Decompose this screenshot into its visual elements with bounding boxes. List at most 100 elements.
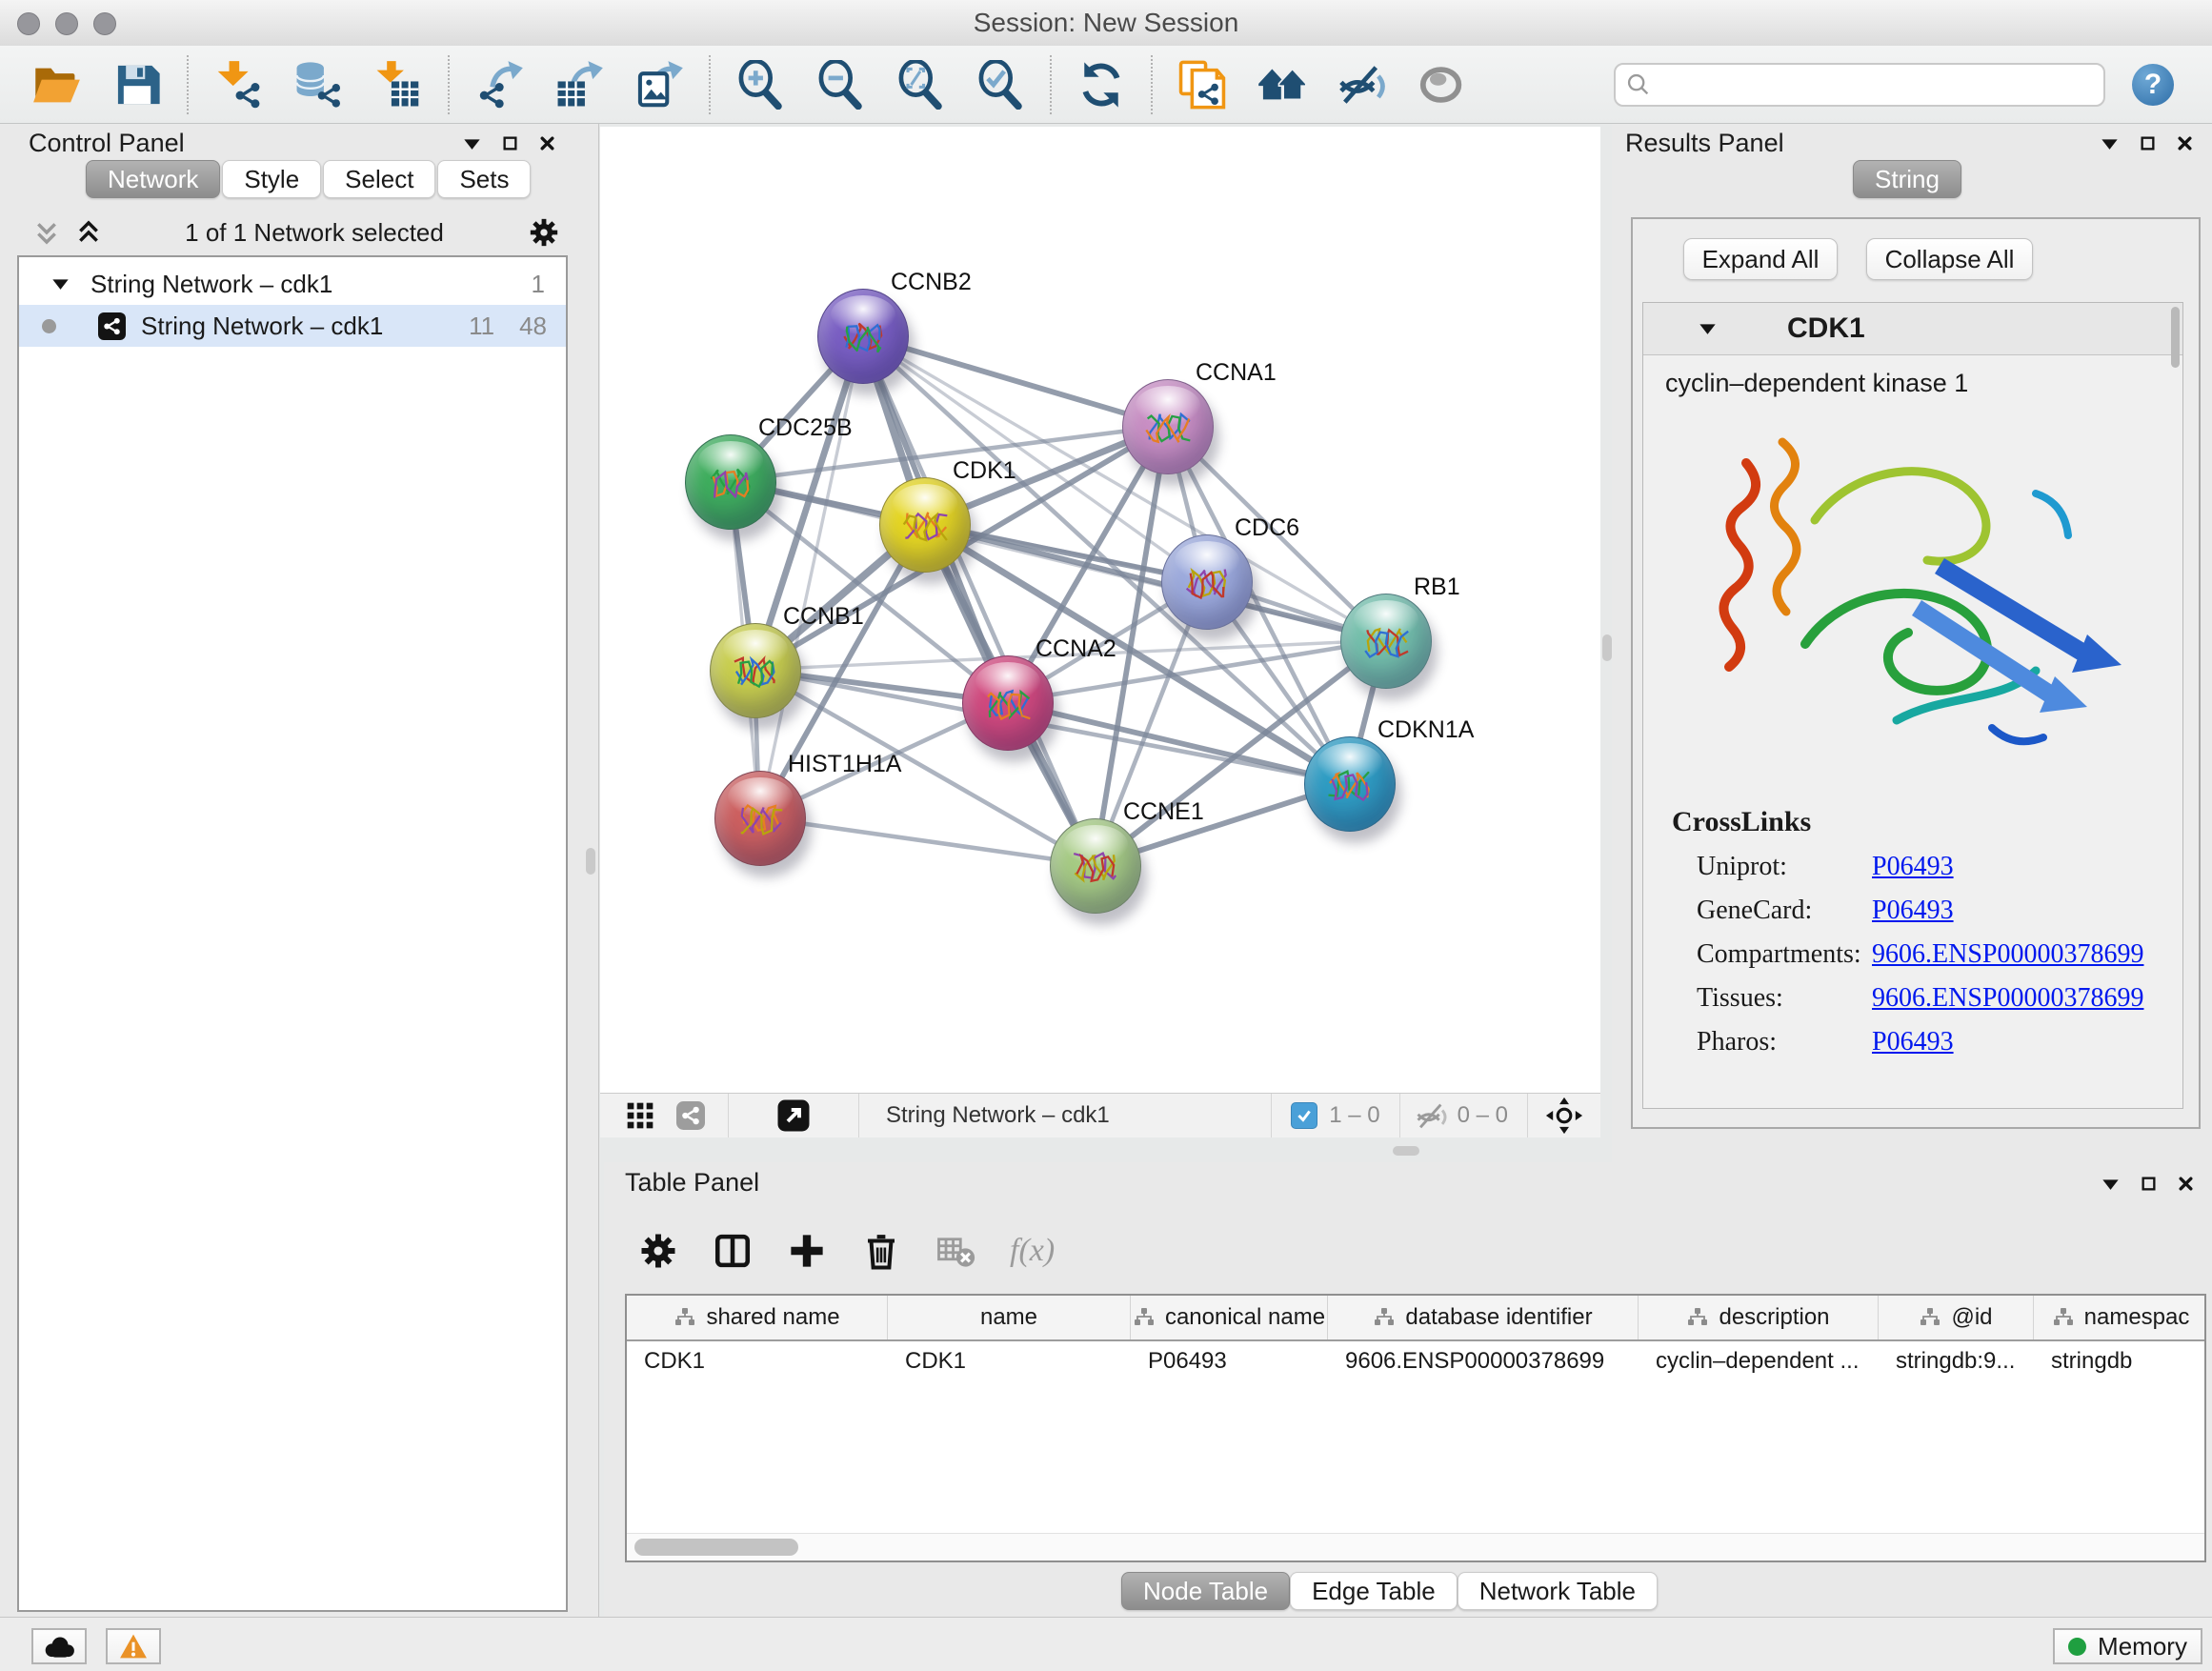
crosslink-link[interactable]: P06493 xyxy=(1872,896,1954,926)
table-panel-float-icon[interactable] xyxy=(2141,1176,2157,1192)
edge-CCNB2-CCNE1[interactable] xyxy=(862,335,1095,865)
node-RB1[interactable] xyxy=(1340,594,1432,689)
table-horizontal-scrollbar[interactable] xyxy=(627,1533,2204,1560)
right-splitter-handle[interactable] xyxy=(1602,634,1612,661)
table-cell[interactable]: cyclin–dependent ... xyxy=(1639,1341,1879,1381)
add-column-icon[interactable] xyxy=(787,1231,827,1271)
table-cell[interactable]: stringdb:9... xyxy=(1879,1341,2034,1381)
fit-content-button[interactable] xyxy=(894,57,947,112)
help-button[interactable]: ? xyxy=(2132,64,2174,106)
left-splitter-handle[interactable] xyxy=(586,848,595,875)
table-panel-close-icon[interactable] xyxy=(2178,1176,2194,1192)
tab-select[interactable]: Select xyxy=(323,160,435,198)
table-cell[interactable]: stringdb xyxy=(2034,1341,2206,1381)
node-CCNE1[interactable] xyxy=(1050,818,1141,914)
table-cell[interactable]: 9606.ENSP00000378699 xyxy=(1328,1341,1639,1381)
import-network-from-file-button[interactable] xyxy=(211,57,265,112)
show-all-button[interactable] xyxy=(1416,57,1469,112)
column-header--id[interactable]: @id xyxy=(1879,1296,2034,1339)
crosslink-row: Pharos:P06493 xyxy=(1697,1027,2182,1057)
node-CCNA2[interactable] xyxy=(962,655,1054,751)
column-header-canonical-name[interactable]: canonical name xyxy=(1131,1296,1328,1339)
import-table-from-file-button[interactable] xyxy=(372,57,425,112)
collection-expander-icon[interactable] xyxy=(51,277,70,291)
warnings-button[interactable] xyxy=(106,1628,161,1664)
results-panel-menu-icon[interactable] xyxy=(2101,137,2119,151)
results-panel-close-icon[interactable] xyxy=(2177,135,2193,151)
crosslink-link[interactable]: 9606.ENSP00000378699 xyxy=(1872,939,2143,970)
tab-network[interactable]: Network xyxy=(86,160,220,198)
crosslink-link[interactable]: P06493 xyxy=(1872,1027,1954,1057)
clone-network-button[interactable] xyxy=(1176,57,1229,112)
column-header-namespac[interactable]: namespac xyxy=(2034,1296,2206,1339)
zoom-selected-button[interactable] xyxy=(974,57,1027,112)
control-panel-float-icon[interactable] xyxy=(502,135,518,151)
zoom-in-button[interactable] xyxy=(734,57,787,112)
table-cell[interactable]: CDK1 xyxy=(888,1341,1131,1381)
crosslink-link[interactable]: 9606.ENSP00000378699 xyxy=(1872,983,2143,1014)
search-box[interactable] xyxy=(1614,63,2105,107)
node-CCNA1[interactable] xyxy=(1122,379,1214,474)
results-scrollbar-thumb[interactable] xyxy=(2171,307,2180,368)
show-columns-icon[interactable] xyxy=(713,1231,753,1271)
save-session-button[interactable] xyxy=(111,57,164,112)
edge-HIST1H1A-CCNE1[interactable] xyxy=(759,817,1095,865)
edge-CCNB2-CCNA1[interactable] xyxy=(862,335,1167,426)
node-CDK1[interactable] xyxy=(879,477,971,573)
collapse-all-networks-icon[interactable] xyxy=(34,220,59,245)
control-panel-close-icon[interactable] xyxy=(539,135,555,151)
tab-network-table[interactable]: Network Table xyxy=(1458,1572,1658,1610)
fit-selected-crosshair-icon[interactable] xyxy=(1545,1097,1583,1135)
detach-view-icon[interactable] xyxy=(776,1098,811,1133)
node-CDC25B[interactable] xyxy=(685,434,776,530)
crosslink-link[interactable]: P06493 xyxy=(1872,852,1954,882)
tab-string[interactable]: String xyxy=(1853,160,1961,198)
node-HIST1H1A[interactable] xyxy=(714,771,806,866)
node-CCNB1[interactable] xyxy=(710,623,801,718)
delete-column-icon[interactable] xyxy=(861,1231,901,1271)
tab-sets[interactable]: Sets xyxy=(437,160,531,198)
results-panel-float-icon[interactable] xyxy=(2140,135,2156,151)
column-header-database-identifier[interactable]: database identifier xyxy=(1328,1296,1639,1339)
column-header-description[interactable]: description xyxy=(1639,1296,1879,1339)
open-session-button[interactable] xyxy=(30,57,84,112)
cloud-button[interactable] xyxy=(31,1628,87,1664)
network-options-gear-icon[interactable] xyxy=(528,216,560,249)
table-options-gear-icon[interactable] xyxy=(638,1231,678,1271)
first-neighbors-button[interactable] xyxy=(1256,57,1309,112)
zoom-out-button[interactable] xyxy=(814,57,867,112)
node-CDKN1A[interactable] xyxy=(1304,736,1396,832)
expand-all-networks-icon[interactable] xyxy=(76,220,101,245)
network-row-selected[interactable]: String Network – cdk1 11 48 xyxy=(19,305,566,347)
expand-all-button[interactable]: Expand All xyxy=(1683,238,1838,280)
hide-selection-button[interactable] xyxy=(1336,57,1389,112)
selected-count-checkbox[interactable] xyxy=(1291,1102,1317,1129)
table-cell[interactable]: P06493 xyxy=(1131,1341,1328,1381)
protein-section-header[interactable]: CDK1 xyxy=(1643,303,2182,355)
import-network-from-database-button[interactable] xyxy=(292,57,345,112)
network-view-canvas[interactable]: CCNB2 CCNA1 CDC25B CDK1 CDC6 RB1 CCNB1 C… xyxy=(600,127,1600,1137)
control-panel-menu-icon[interactable] xyxy=(463,137,481,151)
horizontal-splitter-handle[interactable] xyxy=(1393,1146,1419,1156)
node-CDC6[interactable] xyxy=(1161,534,1253,630)
export-image-button[interactable] xyxy=(633,57,686,112)
section-collapse-icon[interactable] xyxy=(1699,322,1717,335)
refresh-view-button[interactable] xyxy=(1075,57,1128,112)
node-CCNB2[interactable] xyxy=(817,289,909,384)
tab-edge-table[interactable]: Edge Table xyxy=(1290,1572,1458,1610)
network-collection-row[interactable]: String Network – cdk1 1 xyxy=(19,263,566,305)
column-header-shared-name[interactable]: shared name xyxy=(627,1296,888,1339)
memory-button[interactable]: Memory xyxy=(2053,1628,2202,1664)
tab-node-table[interactable]: Node Table xyxy=(1121,1572,1290,1610)
export-table-button[interactable] xyxy=(553,57,606,112)
search-input[interactable] xyxy=(1652,70,2094,99)
table-cell[interactable]: CDK1 xyxy=(627,1341,888,1381)
tab-style[interactable]: Style xyxy=(222,160,321,198)
export-network-button[interactable] xyxy=(473,57,526,112)
column-header-name[interactable]: name xyxy=(888,1296,1131,1339)
birds-eye-grid-icon[interactable] xyxy=(625,1100,655,1131)
collapse-all-button[interactable]: Collapse All xyxy=(1866,238,2033,280)
table-scrollbar-thumb[interactable] xyxy=(634,1539,798,1556)
table-panel-menu-icon[interactable] xyxy=(2101,1178,2120,1191)
table-row[interactable]: CDK1CDK1P064939606.ENSP00000378699cyclin… xyxy=(627,1341,2204,1381)
